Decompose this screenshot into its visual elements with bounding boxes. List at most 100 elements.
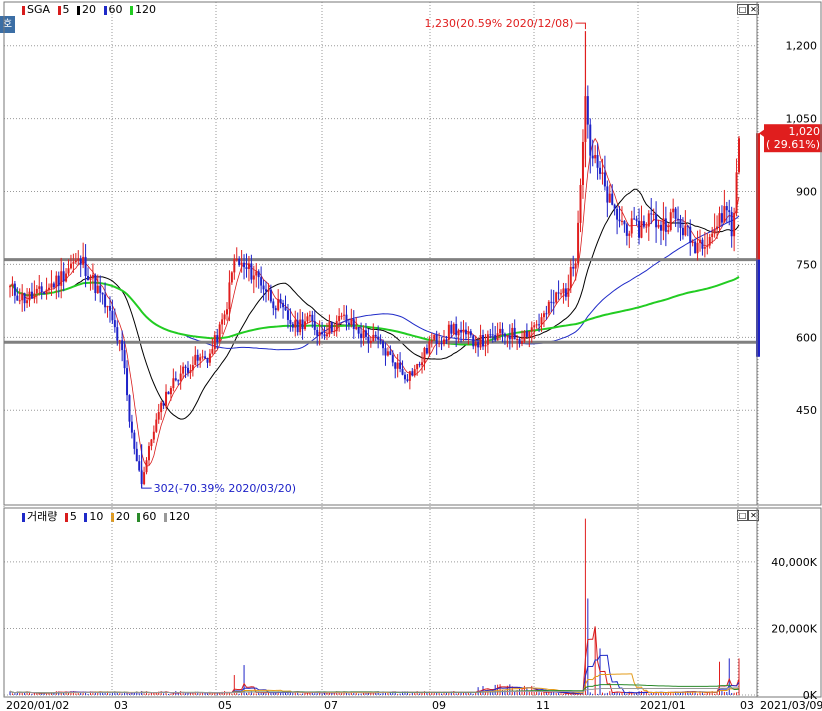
candle-body	[104, 294, 107, 308]
candle-body	[406, 379, 409, 381]
candle-body	[655, 213, 658, 228]
candle-body	[447, 324, 450, 340]
candle-body	[177, 380, 180, 382]
candle-body	[116, 327, 119, 341]
candle-body	[647, 213, 650, 227]
candle-body	[296, 320, 299, 333]
candle-body	[162, 402, 165, 406]
candle-body	[272, 301, 275, 309]
candle-body	[706, 245, 709, 248]
candle-body	[652, 213, 655, 215]
candle-body	[467, 331, 470, 335]
candle-body	[379, 339, 382, 342]
candle-body	[389, 351, 392, 355]
candle-body	[135, 448, 138, 462]
candle-body	[733, 212, 736, 237]
candle-body	[462, 329, 465, 333]
high-annotation-leader	[575, 22, 586, 30]
candle-body	[199, 357, 202, 361]
candle-body	[523, 331, 526, 342]
price-tick-label: 1,050	[786, 113, 818, 126]
candle-body	[681, 227, 684, 236]
candle-body	[372, 334, 375, 342]
candle-body	[538, 324, 541, 326]
candle-body	[52, 283, 55, 288]
candle-body	[496, 333, 499, 341]
candle-body	[399, 362, 402, 369]
candle-body	[182, 366, 185, 374]
candle-body	[728, 210, 731, 213]
price-tick-label: 450	[796, 404, 817, 417]
candle-body	[445, 339, 448, 341]
candle-body	[221, 319, 224, 325]
candle-body	[591, 155, 594, 159]
candle-body	[613, 204, 616, 209]
candle-body	[330, 322, 333, 332]
candle-body	[413, 369, 416, 376]
candle-body	[718, 213, 721, 227]
candle-body	[145, 460, 148, 473]
candle-body	[618, 219, 621, 222]
candle-body	[616, 208, 619, 220]
candle-body	[625, 224, 628, 236]
candle-body	[418, 364, 421, 366]
candle-body	[569, 266, 572, 289]
candle-body	[186, 367, 189, 373]
candle-body	[213, 335, 216, 350]
candle-body	[508, 335, 511, 340]
x-tick-label: 09	[432, 699, 446, 711]
candle-body	[369, 341, 372, 343]
candle-body	[499, 328, 502, 334]
candle-body	[638, 220, 641, 238]
candle-body	[525, 331, 528, 337]
candle-body	[494, 334, 497, 341]
candle-body	[547, 301, 550, 314]
candle-body	[218, 324, 221, 342]
candle-body	[360, 333, 363, 339]
candle-body	[308, 314, 311, 317]
candle-body	[686, 225, 689, 227]
candle-body	[121, 340, 124, 351]
candle-body	[667, 229, 670, 232]
candle-body	[474, 342, 477, 347]
candle-body	[21, 293, 24, 301]
candle-body	[433, 334, 436, 341]
candle-body	[243, 262, 246, 268]
candle-body	[294, 320, 297, 328]
candle-body	[235, 258, 238, 260]
candle-body	[194, 354, 197, 366]
price-tick-label: 600	[796, 331, 817, 344]
candle-body	[691, 241, 694, 243]
candle-body	[172, 378, 175, 389]
candle-body	[260, 277, 263, 286]
ma5-line	[9, 137, 740, 467]
candle-body	[118, 340, 121, 342]
candle-body	[640, 221, 643, 238]
x-tick-label: 03	[740, 699, 754, 711]
candle-body	[674, 208, 677, 219]
candle-body	[603, 172, 606, 187]
candle-body	[306, 316, 309, 322]
candle-body	[150, 439, 153, 447]
candle-body	[357, 327, 360, 334]
candle-body	[491, 334, 494, 336]
candle-body	[147, 446, 150, 461]
candle-body	[386, 351, 389, 356]
candle-body	[284, 307, 287, 311]
candle-body	[455, 323, 458, 336]
stock-chart[interactable]: 1,020( 29.61%) 1,230(20.59% 2020/12/08) 30…	[0, 0, 822, 711]
candle-body	[13, 283, 16, 296]
candle-body	[374, 334, 377, 337]
candle-body	[484, 344, 487, 347]
candle-body	[274, 308, 277, 311]
candle-body	[311, 314, 314, 322]
candle-body	[428, 341, 431, 354]
candle-body	[479, 335, 482, 348]
candle-body	[401, 368, 404, 375]
candle-body	[562, 288, 565, 294]
price-panel-frame	[3, 1, 822, 506]
candle-body	[659, 224, 662, 231]
candle-body	[477, 342, 480, 348]
candle-body	[384, 348, 387, 356]
candle-body	[316, 329, 319, 336]
